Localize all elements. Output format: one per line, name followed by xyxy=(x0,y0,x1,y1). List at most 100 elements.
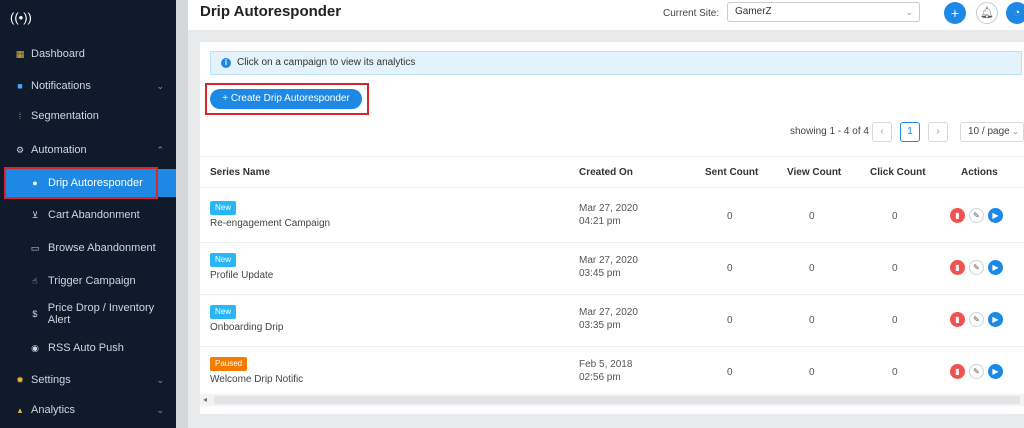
page-1-button[interactable]: 1 xyxy=(900,122,920,142)
column-click-count[interactable]: Click Count xyxy=(870,157,926,189)
user-menu-button[interactable]: ◔ xyxy=(1006,2,1024,24)
sidebar-item-automation[interactable]: ⚙ Automation ⌃ xyxy=(0,136,176,164)
sidebar-scrollbar[interactable] xyxy=(176,0,188,428)
series-name[interactable]: Onboarding Drip xyxy=(210,322,283,333)
column-series-name[interactable]: Series Name xyxy=(210,157,270,189)
status-badge: New xyxy=(210,305,237,319)
chevron-down-icon: ⌄ xyxy=(156,404,164,415)
delete-button[interactable]: ▮ xyxy=(950,364,965,379)
prev-page-button[interactable]: ‹ xyxy=(872,122,892,142)
play-button[interactable]: ▶ xyxy=(988,364,1003,379)
delete-button[interactable]: ▮ xyxy=(950,312,965,327)
sidebar-item-label: Segmentation xyxy=(31,110,99,122)
column-created-on[interactable]: Created On xyxy=(579,157,633,189)
sent-count: 0 xyxy=(727,263,733,274)
content-card: i Click on a campaign to view its analyt… xyxy=(200,42,1024,414)
trigger-icon: ☝ xyxy=(32,276,38,286)
sidebar-item-label: Cart Abandonment xyxy=(48,209,140,221)
sidebar-item-segmentation[interactable]: ⁞ Segmentation xyxy=(0,102,176,130)
status-badge: Paused xyxy=(210,357,248,371)
trash-icon: ▮ xyxy=(955,263,960,272)
series-name[interactable]: Profile Update xyxy=(210,270,273,281)
created-date: Mar 27, 2020 xyxy=(579,203,638,214)
sidebar-item-drip-autoresponder[interactable]: ● Drip Autoresponder xyxy=(4,169,176,197)
sidebar-item-label: Settings xyxy=(31,374,71,386)
click-count: 0 xyxy=(892,211,898,222)
per-page-select[interactable]: 10 / page ⌄ xyxy=(960,122,1024,142)
info-text: Click on a campaign to view its analytic… xyxy=(237,57,416,68)
sidebar-item-label: Notifications xyxy=(31,80,91,92)
play-button[interactable]: ▶ xyxy=(988,260,1003,275)
horizontal-scrollbar[interactable]: ◂ xyxy=(200,394,1024,406)
table-row[interactable]: New Onboarding Drip Mar 27, 2020 03:35 pm… xyxy=(200,295,1024,347)
site-select[interactable]: GamerZ ⌄ xyxy=(727,2,920,22)
created-time: 03:45 pm xyxy=(579,268,621,279)
sidebar: ((•)) ▦ Dashboard ■ Notifications ⌄ ⁞ Se… xyxy=(0,0,176,428)
status-badge: New xyxy=(210,253,237,267)
grid-icon: ▦ xyxy=(15,49,25,59)
sent-count: 0 xyxy=(727,367,733,378)
scroll-left-icon[interactable]: ◂ xyxy=(203,394,207,406)
table-row[interactable]: New Profile Update Mar 27, 2020 03:45 pm … xyxy=(200,243,1024,295)
sidebar-item-label: Browse Abandonment xyxy=(48,242,156,254)
gear-icon: ✹ xyxy=(16,375,24,385)
sidebar-item-dashboard[interactable]: ▦ Dashboard xyxy=(0,40,176,68)
table-row[interactable]: Paused Welcome Drip Notific Feb 5, 2018 0… xyxy=(200,347,1024,399)
created-on: Mar 27, 2020 03:45 pm xyxy=(579,254,638,280)
create-drip-label: Create Drip Autoresponder xyxy=(230,93,350,104)
play-button[interactable]: ▶ xyxy=(988,208,1003,223)
series-name[interactable]: Welcome Drip Notific xyxy=(210,374,303,385)
trash-icon: ▮ xyxy=(955,315,960,324)
edit-button[interactable]: ✎ xyxy=(969,260,984,275)
created-on: Mar 27, 2020 03:35 pm xyxy=(579,306,638,332)
sidebar-item-price-drop[interactable]: $ Price Drop / Inventory Alert xyxy=(0,300,176,328)
edit-button[interactable]: ✎ xyxy=(969,364,984,379)
info-icon: i xyxy=(221,58,231,68)
edit-button[interactable]: ✎ xyxy=(969,208,984,223)
chevron-down-icon: ⌄ xyxy=(156,80,164,91)
sidebar-item-trigger-campaign[interactable]: ☝ Trigger Campaign xyxy=(0,267,176,295)
scrollbar-thumb[interactable] xyxy=(214,396,1020,404)
view-count: 0 xyxy=(809,367,815,378)
view-count: 0 xyxy=(809,263,815,274)
sidebar-item-browse-abandonment[interactable]: ▭ Browse Abandonment xyxy=(0,234,176,262)
delete-button[interactable]: ▮ xyxy=(950,260,965,275)
browse-icon: ▭ xyxy=(30,243,40,253)
sidebar-item-notifications[interactable]: ■ Notifications ⌄ xyxy=(0,72,176,100)
created-date: Mar 27, 2020 xyxy=(579,307,638,318)
sidebar-item-rss-auto-push[interactable]: ◉ RSS Auto Push xyxy=(0,334,176,362)
click-count: 0 xyxy=(892,367,898,378)
table-row[interactable]: New Re-engagement Campaign Mar 27, 2020 0… xyxy=(200,191,1024,243)
column-sent-count[interactable]: Sent Count xyxy=(705,157,758,189)
delete-button[interactable]: ▮ xyxy=(950,208,965,223)
automation-icon: ⚙ xyxy=(15,145,25,155)
sidebar-item-label: Analytics xyxy=(31,404,76,416)
play-button[interactable]: ▶ xyxy=(988,312,1003,327)
view-count: 0 xyxy=(809,315,815,326)
cart-icon: ⊻ xyxy=(31,210,39,220)
add-button[interactable]: + xyxy=(944,2,966,24)
sidebar-item-analytics[interactable]: ▴ Analytics ⌄ xyxy=(0,396,176,424)
next-page-button[interactable]: › xyxy=(928,122,948,142)
created-on: Feb 5, 2018 02:56 pm xyxy=(579,358,632,384)
pencil-icon: ✎ xyxy=(973,315,980,324)
broadcast-icon[interactable]: ((•)) xyxy=(10,8,32,28)
edit-button[interactable]: ✎ xyxy=(969,312,984,327)
info-bar: i Click on a campaign to view its analyt… xyxy=(210,51,1022,75)
play-icon: ▶ xyxy=(992,211,999,220)
bell-icon: ■ xyxy=(17,81,23,91)
sidebar-item-settings[interactable]: ✹ Settings ⌄ xyxy=(0,366,176,394)
series-name[interactable]: Re-engagement Campaign xyxy=(210,218,330,229)
sidebar-item-cart-abandonment[interactable]: ⊻ Cart Abandonment xyxy=(0,201,176,229)
site-select-value: GamerZ xyxy=(735,6,772,17)
play-icon: ▶ xyxy=(992,263,999,272)
plus-icon: + xyxy=(222,93,231,104)
view-count: 0 xyxy=(809,211,815,222)
trash-icon: ▮ xyxy=(955,367,960,376)
header: Drip Autoresponder Current Site: GamerZ … xyxy=(188,0,1024,30)
create-drip-button[interactable]: + Create Drip Autoresponder xyxy=(210,89,362,109)
user-icon: ◔ xyxy=(1013,7,1021,19)
column-view-count[interactable]: View Count xyxy=(787,157,841,189)
sidebar-item-label: Dashboard xyxy=(31,48,85,60)
notifications-button[interactable]: 🔔︎ xyxy=(976,2,998,24)
